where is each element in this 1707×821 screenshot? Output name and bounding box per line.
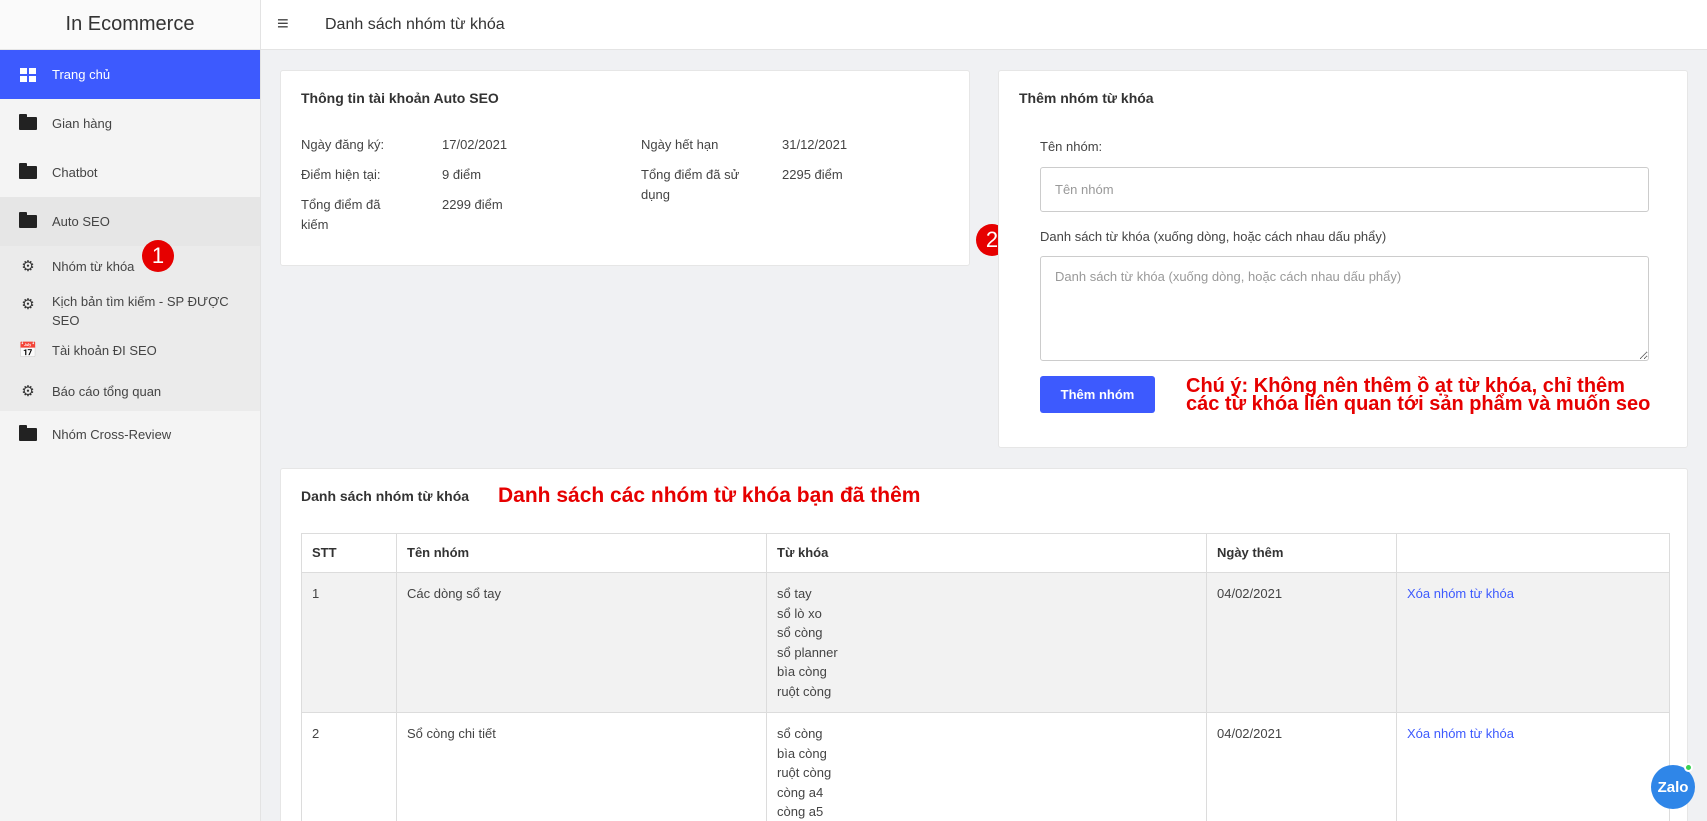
- sidebar-item-keyword-groups[interactable]: ⚙ Nhóm từ khóa: [0, 246, 260, 286]
- earned-points-value: 2299 điểm: [442, 197, 503, 212]
- row-stt: 2: [301, 712, 397, 821]
- online-status-dot: [1684, 763, 1693, 772]
- gear-icon: ⚙: [21, 295, 35, 313]
- used-points-value: 2295 điểm: [782, 167, 843, 182]
- row-date: 04/02/2021: [1206, 572, 1397, 713]
- brand-logo: In Ecommerce: [0, 0, 260, 50]
- gear-icon: ⚙: [21, 257, 35, 275]
- annotation-badge-1: 1: [142, 240, 174, 272]
- column-header-keywords: Từ khóa: [766, 533, 1207, 573]
- row-group-name: Sổ còng chi tiết: [396, 712, 767, 821]
- column-header-stt: STT: [301, 533, 397, 573]
- folder-icon: [18, 212, 38, 232]
- sidebar-item-label: Auto SEO: [52, 214, 110, 229]
- folder-icon: [18, 424, 38, 444]
- column-header-actions: [1396, 533, 1670, 573]
- add-keyword-group-card: Thêm nhóm từ khóa Tên nhóm: Danh sách từ…: [998, 70, 1688, 448]
- keyword: sổ lò xo: [777, 605, 822, 621]
- account-info-card: Thông tin tài khoản Auto SEO Ngày đăng k…: [280, 70, 970, 266]
- keyword: sổ tay: [777, 586, 812, 601]
- sidebar-item-label: Tài khoản ĐI SEO: [52, 343, 157, 358]
- delete-group-link[interactable]: Xóa nhóm từ khóa: [1407, 586, 1514, 601]
- keyword: sổ planner: [777, 644, 838, 660]
- folder-icon: [18, 114, 38, 134]
- table-row: 2 Sổ còng chi tiết sổ còng bìa còng ruột…: [301, 712, 1670, 821]
- expiry-date-value: 31/12/2021: [782, 137, 848, 152]
- column-header-date: Ngày thêm: [1206, 533, 1397, 573]
- sidebar-item-label: Gian hàng: [52, 116, 112, 131]
- group-name-label: Tên nhóm:: [1040, 139, 1103, 154]
- sidebar-item-label: Chatbot: [52, 165, 98, 180]
- group-list-title: Danh sách nhóm từ khóa: [301, 488, 470, 504]
- row-keywords: sổ còng bìa còng ruột còng còng a4 còng …: [766, 712, 1207, 821]
- sidebar-item-label: Nhóm Cross-Review: [52, 426, 172, 442]
- sidebar-item-label: Báo cáo tổng quan: [52, 383, 162, 399]
- sidebar-item-label: Trang chủ: [52, 67, 111, 82]
- table-header-row: STT Tên nhóm Từ khóa Ngày thêm: [301, 533, 1670, 573]
- keyword: ruột còng: [777, 683, 832, 699]
- gear-icon: ⚙: [21, 382, 35, 400]
- keyword: còng a4: [777, 784, 824, 800]
- current-points-label: Điểm hiện tại:: [301, 167, 381, 182]
- keyword-group-list-card: Danh sách nhóm từ khóa Danh sách các nhó…: [280, 468, 1688, 821]
- keyword: ruột còng: [777, 765, 832, 780]
- add-group-title: Thêm nhóm từ khóa: [1019, 90, 1154, 106]
- keyword: sổ còng: [777, 625, 823, 640]
- calendar-icon: 📅: [18, 342, 38, 359]
- sidebar-item-shops[interactable]: Gian hàng: [0, 99, 260, 148]
- caution-note: Chú ý: Không nên thêm ồ ạt từ khóa, chỉ …: [1186, 375, 1651, 415]
- sidebar-item-label: Nhóm từ khóa: [52, 258, 135, 274]
- add-group-button[interactable]: Thêm nhóm: [1040, 376, 1155, 413]
- keyword: bìa còng: [777, 745, 827, 761]
- sidebar-item-auto-seo[interactable]: Auto SEO: [0, 197, 260, 246]
- sidebar-item-search-scripts[interactable]: ⚙ Kịch bản tìm kiếm - SP ĐƯỢC SEO: [0, 286, 260, 330]
- keyword: còng a5: [777, 804, 824, 819]
- group-name-input[interactable]: [1040, 167, 1649, 212]
- sidebar-item-cross-review[interactable]: Nhóm Cross-Review: [0, 411, 260, 457]
- top-bar: ≡ Danh sách nhóm từ khóa: [261, 0, 1707, 50]
- page-title: Danh sách nhóm từ khóa: [325, 15, 505, 33]
- keywords-label: Danh sách từ khóa (xuống dòng, hoặc cách…: [1040, 229, 1387, 244]
- keyword: sổ còng: [777, 726, 823, 741]
- sidebar-item-seo-accounts[interactable]: 📅 Tài khoản ĐI SEO: [0, 330, 260, 371]
- row-date: 04/02/2021: [1206, 712, 1397, 821]
- registered-date-value: 17/02/2021: [442, 137, 508, 152]
- registered-date-label: Ngày đăng ký:: [301, 137, 385, 152]
- menu-icon[interactable]: ≡: [277, 13, 303, 36]
- keyword-group-table: STT Tên nhóm Từ khóa Ngày thêm 1 Các dòn…: [301, 533, 1670, 821]
- keyword: bìa còng: [777, 664, 827, 679]
- row-stt: 1: [301, 572, 397, 713]
- delete-group-link[interactable]: Xóa nhóm từ khóa: [1407, 726, 1514, 741]
- current-points-value: 9 điểm: [442, 167, 482, 182]
- expiry-date-label: Ngày hết hạn: [641, 137, 719, 152]
- folder-icon: [18, 163, 38, 183]
- dashboard-icon: [18, 65, 38, 85]
- sidebar-item-overview-report[interactable]: ⚙ Báo cáo tổng quan: [0, 371, 260, 411]
- sidebar-item-home[interactable]: Trang chủ: [0, 50, 260, 99]
- sidebar-item-chatbot[interactable]: Chatbot: [0, 148, 260, 197]
- sidebar-item-label: Kịch bản tìm kiếm - SP ĐƯỢC SEO: [52, 294, 229, 328]
- row-actions: Xóa nhóm từ khóa: [1396, 712, 1670, 821]
- used-points-label: Tổng điểm đã sử dụng: [641, 167, 740, 202]
- row-actions: Xóa nhóm từ khóa: [1396, 572, 1670, 713]
- keywords-textarea[interactable]: [1040, 256, 1649, 361]
- account-info-title: Thông tin tài khoản Auto SEO: [301, 90, 499, 106]
- sidebar: In Ecommerce Trang chủ Gian hàng Chatbot…: [0, 0, 261, 821]
- group-list-note: Danh sách các nhóm từ khóa bạn đã thêm: [498, 484, 921, 507]
- earned-points-label: Tổng điểm đã kiếm: [301, 197, 381, 232]
- table-row: 1 Các dòng sổ tay sổ tay sổ lò xo sổ còn…: [301, 572, 1670, 713]
- row-group-name: Các dòng sổ tay: [396, 572, 767, 713]
- column-header-name: Tên nhóm: [396, 533, 767, 573]
- row-keywords: sổ tay sổ lò xo sổ còng sổ planner bìa c…: [766, 572, 1207, 713]
